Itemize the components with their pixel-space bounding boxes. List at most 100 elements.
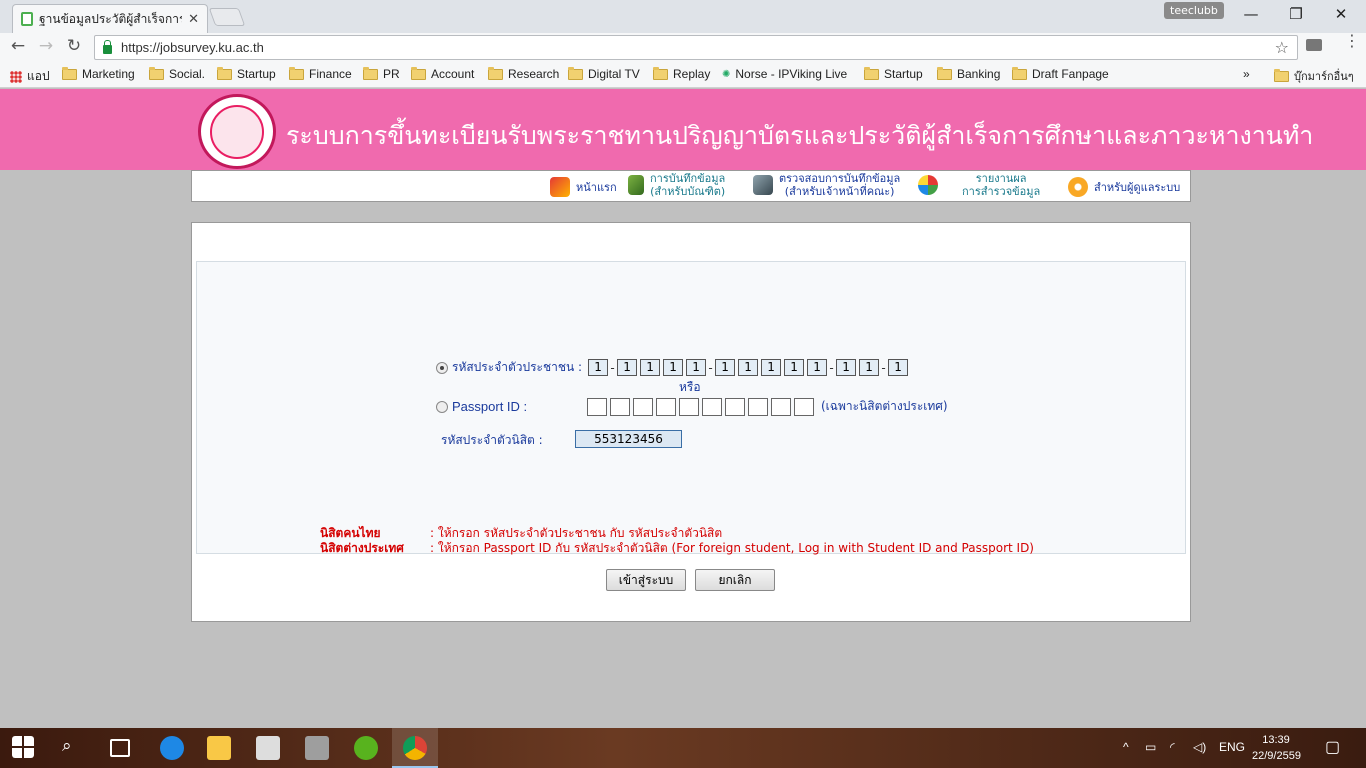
citizen-digit[interactable]: 1 <box>761 359 782 376</box>
folder-icon <box>363 66 378 80</box>
passport-char-box[interactable] <box>748 397 768 416</box>
utorrent-icon[interactable] <box>354 736 378 760</box>
windows-start-icon[interactable] <box>12 736 34 758</box>
window-close-icon[interactable]: ✕ <box>1318 2 1364 26</box>
clock[interactable]: 13:39 22/9/2559 <box>1252 732 1301 764</box>
norse-icon: ✺ <box>722 68 731 80</box>
other-bookmarks[interactable]: บุ๊กมาร์กอื่นๆ <box>1274 67 1354 85</box>
menu-record[interactable]: การบันทึกข้อมูล (สำหรับบัณฑิต) <box>628 172 725 198</box>
passport-char-box[interactable] <box>656 397 676 416</box>
battery-icon[interactable]: ▭ <box>1145 740 1156 754</box>
passport-char-box[interactable] <box>679 397 699 416</box>
top-menu: หน้าแรก การบันทึกข้อมูล (สำหรับบัณฑิต) ตร… <box>191 170 1191 202</box>
note-foreign-text: : ให้กรอก Passport ID กับ รหัสประจำตัวนิ… <box>430 541 1034 555</box>
bookmarks-more-icon[interactable]: » <box>1243 67 1250 81</box>
page-favicon-icon <box>21 12 33 26</box>
tab-close-icon[interactable]: ✕ <box>188 12 199 27</box>
citizen-digit[interactable]: 1 <box>807 359 828 376</box>
browser-tab[interactable]: ฐานข้อมูลประวัติผู้สำเร็จการศึ ✕ <box>12 4 208 33</box>
chrome-icon[interactable] <box>403 736 427 760</box>
citizen-digit[interactable]: 1 <box>888 359 909 376</box>
bookmark-item[interactable]: Draft Fanpage <box>1012 66 1109 81</box>
passport-char-box[interactable] <box>610 397 630 416</box>
bookmark-item[interactable]: ✺ Norse - IPViking Live <box>722 67 847 81</box>
bookmark-item[interactable]: Startup <box>217 66 276 81</box>
folder-icon <box>1274 68 1289 82</box>
folder-icon <box>289 66 304 80</box>
app-icon[interactable] <box>305 736 329 760</box>
university-seal-logo <box>198 94 276 169</box>
bookmark-item[interactable]: Finance <box>289 66 352 81</box>
language-indicator[interactable]: ENG <box>1219 740 1245 754</box>
forward-icon[interactable]: → <box>33 36 59 56</box>
wifi-icon[interactable]: ◜ <box>1170 740 1175 754</box>
chrome-menu-icon[interactable]: ⋮ <box>1344 33 1360 49</box>
menu-check[interactable]: ตรวจสอบการบันทึกข้อมูล (สำหรับเจ้าหน้าที่… <box>753 172 900 198</box>
passport-radio[interactable] <box>436 400 448 413</box>
url-text[interactable]: https://jobsurvey.ku.ac.th <box>121 40 264 55</box>
menu-report[interactable]: รายงานผล การสำรวจข้อมูล <box>918 172 1040 198</box>
citizen-digit[interactable]: 1 <box>686 359 707 376</box>
bookmark-item[interactable]: Research <box>488 66 559 81</box>
chart-icon <box>918 175 938 195</box>
student-id-input[interactable]: 553123456 <box>575 430 682 448</box>
citizen-digit[interactable]: 1 <box>588 359 609 376</box>
citizen-digit[interactable]: 1 <box>738 359 759 376</box>
profile-name[interactable]: teeclubb <box>1164 2 1224 19</box>
passport-char-box[interactable] <box>702 397 722 416</box>
passport-char-box[interactable] <box>587 397 607 416</box>
volume-icon[interactable]: ◁) <box>1193 740 1206 754</box>
citizen-digit[interactable]: 1 <box>617 359 638 376</box>
citizen-digit[interactable]: 1 <box>663 359 684 376</box>
passport-char-box[interactable] <box>794 397 814 416</box>
tab-title: ฐานข้อมูลประวัติผู้สำเร็จการศึ <box>39 11 183 26</box>
login-button[interactable]: เข้าสู่ระบบ <box>606 569 686 591</box>
bookmark-star-icon[interactable]: ☆ <box>1275 38 1289 57</box>
citizen-digit[interactable]: 1 <box>859 359 880 376</box>
bookmark-item[interactable]: Banking <box>937 66 1000 81</box>
bookmark-item[interactable]: PR <box>363 66 400 81</box>
menu-home[interactable]: หน้าแรก <box>550 177 617 197</box>
bookmark-apps[interactable]: แอป <box>10 67 50 86</box>
reload-icon[interactable]: ↻ <box>61 36 87 56</box>
bookmark-item[interactable]: Startup <box>864 66 923 81</box>
folder-icon <box>937 66 952 80</box>
apps-grid-icon <box>10 70 22 83</box>
clock-date: 22/9/2559 <box>1252 750 1301 762</box>
gear-icon <box>1068 177 1088 197</box>
browser-toolbar: ← → ↻ https://jobsurvey.ku.ac.th ☆ ⋮ <box>0 33 1366 62</box>
task-view-icon[interactable] <box>110 739 130 757</box>
new-tab-button[interactable] <box>208 8 246 26</box>
citizen-digit[interactable]: 1 <box>836 359 857 376</box>
citizen-digit[interactable]: 1 <box>784 359 805 376</box>
clock-time: 13:39 <box>1262 734 1290 746</box>
passport-note: (เฉพาะนิสิตต่างประเทศ) <box>821 399 948 413</box>
tray-chevron-icon[interactable]: ^ <box>1123 740 1129 754</box>
bookmark-item[interactable]: Account <box>411 66 474 81</box>
minimize-icon[interactable]: — <box>1228 2 1274 26</box>
lock-icon <box>103 40 112 54</box>
folder-icon <box>62 66 77 80</box>
citizen-digit[interactable]: 1 <box>640 359 661 376</box>
menu-admin[interactable]: สำหรับผู้ดูแลระบบ <box>1068 177 1180 197</box>
passport-char-box[interactable] <box>633 397 653 416</box>
camera-icon[interactable] <box>1306 39 1322 51</box>
passport-label: Passport ID : <box>452 399 528 414</box>
back-icon[interactable]: ← <box>5 36 31 56</box>
bookmark-item[interactable]: Digital TV <box>568 66 640 81</box>
notification-icon[interactable]: ▢ <box>1325 737 1340 757</box>
address-bar[interactable]: https://jobsurvey.ku.ac.th ☆ <box>94 35 1298 60</box>
restore-icon[interactable]: ❐ <box>1273 2 1319 26</box>
cancel-button[interactable]: ยกเลิก <box>695 569 775 591</box>
bookmark-item[interactable]: Marketing <box>62 66 135 81</box>
store-icon[interactable] <box>256 736 280 760</box>
passport-char-box[interactable] <box>725 397 745 416</box>
citizen-digit[interactable]: 1 <box>715 359 736 376</box>
bookmark-item[interactable]: Replay <box>653 66 710 81</box>
file-explorer-icon[interactable] <box>207 736 231 760</box>
passport-char-box[interactable] <box>771 397 791 416</box>
edge-icon[interactable] <box>160 736 184 760</box>
bookmark-item[interactable]: Social. <box>149 66 205 81</box>
citizen-id-radio[interactable] <box>436 361 448 374</box>
search-icon[interactable]: ⌕ <box>62 736 72 756</box>
